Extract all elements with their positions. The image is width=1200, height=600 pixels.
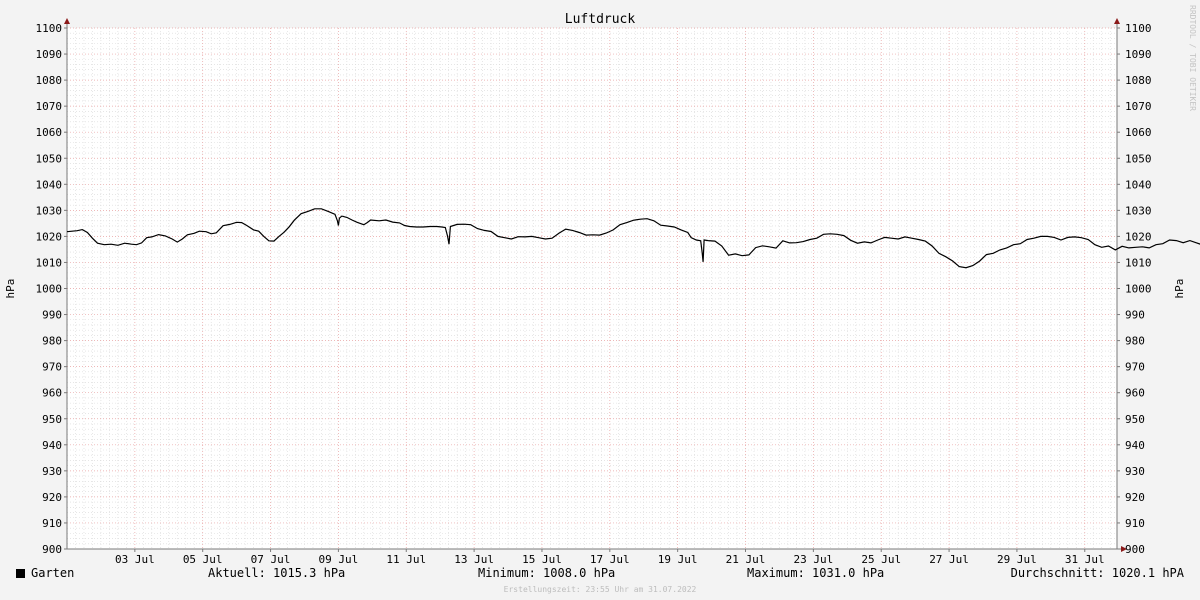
y-axis-left-arrow xyxy=(64,18,70,24)
y-axis-right-arrow xyxy=(1114,18,1120,24)
y-tick-label-left: 900 xyxy=(42,543,62,556)
x-axis-ticks: 03 Jul 05 Jul 07 Jul 09 Jul 11 Jul 13 Jul 15 J… xyxy=(115,549,1105,566)
y-tick-label-right: 940 xyxy=(1125,439,1145,452)
y-tick-label-right: 910 xyxy=(1125,517,1145,530)
y-tick-label-right: 960 xyxy=(1125,387,1145,400)
y-tick-label-left: 1000 xyxy=(36,283,63,296)
y-tick-label-left: 1090 xyxy=(36,48,63,61)
y-tick-label-left: 1040 xyxy=(36,178,63,191)
y-tick-label-left: 920 xyxy=(42,491,62,504)
y-tick-label-left: 990 xyxy=(42,309,62,322)
y-tick-label-right: 950 xyxy=(1125,413,1145,426)
y-tick-label-left: 1010 xyxy=(36,256,63,269)
x-tick-label: 13 Jul xyxy=(454,553,494,566)
y-tick-label-right: 920 xyxy=(1125,491,1145,504)
y-tick-label-left: 960 xyxy=(42,387,62,400)
legend: Garten Aktuell: 1015.3 hPa Minimum: 1008… xyxy=(0,566,1200,586)
x-tick-label: 11 Jul xyxy=(386,553,426,566)
x-tick-label: 21 Jul xyxy=(726,553,766,566)
y-tick-label-left: 970 xyxy=(42,361,62,374)
y-tick-label-right: 900 xyxy=(1125,543,1145,556)
x-tick-label: 05 Jul xyxy=(183,553,223,566)
y-tick-label-right: 1080 xyxy=(1125,74,1152,87)
y-tick-label-right: 1020 xyxy=(1125,230,1152,243)
y-axis-right-ticks: 900 910 920 930 940 950 960 970 980 990 1000 1010 10… xyxy=(1117,22,1152,556)
legend-series-name: Garten xyxy=(31,566,75,580)
legend-maximum: Maximum: 1031.0 hPa xyxy=(747,566,885,580)
y-tick-label-right: 930 xyxy=(1125,465,1145,478)
y-tick-label-left: 980 xyxy=(42,335,62,348)
y-tick-label-left: 1070 xyxy=(36,100,63,113)
x-tick-label: 09 Jul xyxy=(319,553,359,566)
y-tick-label-right: 1050 xyxy=(1125,152,1152,165)
pressure-chart: 900 910 920 930 940 950 960 970 980 990 1000 1010 10… xyxy=(4,12,1200,566)
y-tick-label-left: 1100 xyxy=(36,22,63,35)
x-tick-label: 15 Jul xyxy=(522,553,562,566)
y-tick-label-left: 1060 xyxy=(36,126,63,139)
y-tick-label-right: 980 xyxy=(1125,335,1145,348)
x-tick-label: 03 Jul xyxy=(115,553,155,566)
y-tick-label-right: 990 xyxy=(1125,309,1145,322)
x-tick-label: 07 Jul xyxy=(251,553,291,566)
y-tick-label-left: 910 xyxy=(42,517,62,530)
y-axis-left-ticks: 900 910 920 930 940 950 960 970 980 990 1000 1010 10… xyxy=(36,22,67,556)
y-axis-label-left: hPa xyxy=(4,279,17,299)
y-tick-label-right: 1040 xyxy=(1125,178,1152,191)
y-tick-label-right: 1000 xyxy=(1125,283,1152,296)
legend-average: Durchschnitt: 1020.1 hPA xyxy=(1010,566,1184,580)
rrdtool-watermark: RRDTOOL / TOBI OETIKER xyxy=(1188,5,1197,111)
y-tick-label-left: 930 xyxy=(42,465,62,478)
legend-swatch xyxy=(16,569,25,578)
y-tick-label-right: 1100 xyxy=(1125,22,1152,35)
x-tick-label: 25 Jul xyxy=(861,553,901,566)
y-tick-label-left: 1050 xyxy=(36,152,63,165)
y-tick-label-right: 1090 xyxy=(1125,48,1152,61)
x-tick-label: 17 Jul xyxy=(590,553,630,566)
x-tick-label: 29 Jul xyxy=(997,553,1037,566)
creation-time: Erstellungszeit: 23:55 Uhr am 31.07.2022 xyxy=(503,585,697,594)
chart-title: Luftdruck xyxy=(565,12,636,27)
y-tick-label-left: 1030 xyxy=(36,204,63,217)
legend-minimum: Minimum: 1008.0 hPa xyxy=(478,566,616,580)
y-tick-label-left: 950 xyxy=(42,413,62,426)
x-tick-label: 19 Jul xyxy=(658,553,698,566)
x-tick-label: 23 Jul xyxy=(793,553,833,566)
legend-series: Garten xyxy=(16,566,74,580)
y-tick-label-right: 1070 xyxy=(1125,100,1152,113)
y-tick-label-right: 970 xyxy=(1125,361,1145,374)
legend-current: Aktuell: 1015.3 hPa xyxy=(208,566,346,580)
x-tick-label: 27 Jul xyxy=(929,553,969,566)
y-tick-label-left: 940 xyxy=(42,439,62,452)
y-axis-label-right: hPa xyxy=(1173,279,1186,299)
y-tick-label-right: 1010 xyxy=(1125,256,1152,269)
y-tick-label-left: 1020 xyxy=(36,230,63,243)
y-tick-label-right: 1030 xyxy=(1125,204,1152,217)
y-tick-label-right: 1060 xyxy=(1125,126,1152,139)
y-tick-label-left: 1080 xyxy=(36,74,63,87)
x-tick-label: 31 Jul xyxy=(1065,553,1105,566)
